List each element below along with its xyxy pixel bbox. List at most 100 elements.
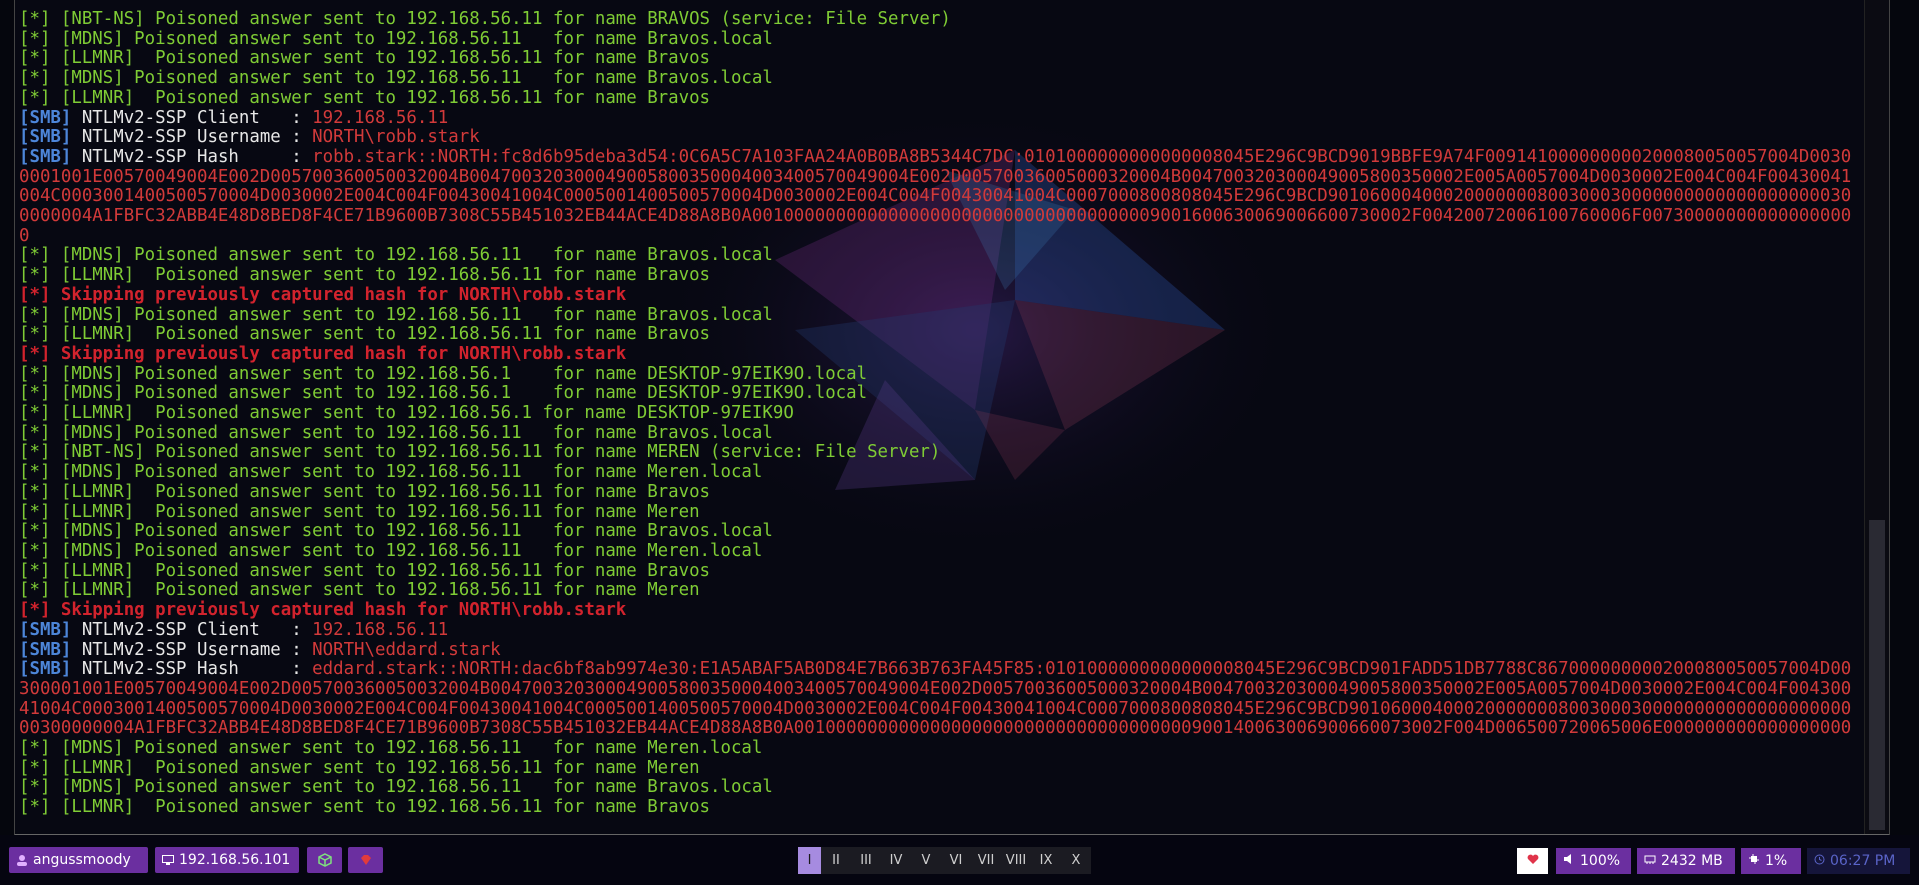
terminal-text-segment: [*] [NBT-NS] Poisoned answer sent to 192… — [19, 442, 941, 463]
terminal-line: [*] [LLMNR] Poisoned answer sent to 192.… — [19, 324, 1859, 345]
clock-time: 06:27 PM — [1830, 853, 1896, 869]
terminal-text-segment: [*] [MDNS] Poisoned answer sent to 192.1… — [19, 738, 763, 759]
terminal-line: [*] [LLMNR] Poisoned answer sent to 192.… — [19, 560, 1859, 582]
workspace-button[interactable]: I — [798, 847, 821, 874]
user-widget[interactable]: angussmoody — [9, 847, 148, 873]
terminal-text-segment: [SMB] — [19, 146, 72, 167]
cpu-icon — [1748, 848, 1760, 874]
clock-icon — [1814, 848, 1825, 874]
terminal-line: [*] [MDNS] Poisoned answer sent to 192.1… — [19, 540, 1859, 562]
terminal-line: [*] [MDNS] Poisoned answer sent to 192.1… — [19, 422, 1859, 444]
memory-icon — [1644, 848, 1656, 874]
terminal-text-segment: [*] [MDNS] Poisoned answer sent to 192.1… — [19, 363, 868, 384]
terminal-line: [*] [LLMNR] Poisoned answer sent to 192.… — [19, 265, 1859, 286]
terminal-text-segment: [*] [MDNS] Poisoned answer sent to 192.1… — [19, 304, 773, 325]
terminal-scrollbar[interactable] — [1864, 0, 1889, 834]
user-name: angussmoody — [33, 852, 131, 868]
ip-address: 192.168.56.101 — [179, 852, 291, 868]
cube-widget[interactable] — [307, 847, 342, 873]
terminal-text-segment: [SMB] — [19, 639, 72, 660]
terminal-text-segment: NORTH\robb.stark — [312, 127, 480, 148]
terminal-line: [*] [MDNS] Poisoned answer sent to 192.1… — [19, 384, 1859, 404]
terminal-line: [*] [MDNS] Poisoned answer sent to 192.1… — [19, 304, 1859, 326]
terminal-text-segment: NTLMv2-SSP Client : — [71, 107, 313, 128]
terminal-text-segment: [*] [MDNS] Poisoned answer sent to 192.1… — [19, 540, 763, 561]
gem-widget[interactable] — [348, 847, 383, 873]
terminal-text-segment: [*] Skipping previously captured hash fo… — [19, 343, 627, 364]
terminal-text-segment: NTLMv2-SSP Hash : — [71, 659, 313, 680]
volume-widget[interactable]: 100% — [1556, 848, 1631, 874]
terminal-text-segment: [*] [LLMNR] Poisoned answer sent to 192.… — [19, 560, 711, 581]
terminal-text-segment: [SMB] — [19, 619, 72, 640]
terminal-line: [*] [LLMNR] Poisoned answer sent to 192.… — [19, 758, 1859, 779]
terminal-line: [*] [LLMNR] Poisoned answer sent to 192.… — [19, 501, 1859, 523]
terminal-text-segment: [*] [LLMNR] Poisoned answer sent to 192.… — [19, 324, 711, 345]
workspace-button[interactable]: IX — [1031, 847, 1061, 874]
gem-icon — [359, 853, 373, 867]
terminal-text-segment: 192.168.56.11 — [312, 107, 449, 128]
terminal-text-segment: 192.168.56.11 — [312, 619, 449, 640]
workspace-button[interactable]: X — [1061, 847, 1091, 874]
terminal-text-segment: [*] Skipping previously captured hash fo… — [19, 600, 627, 621]
terminal-line: [SMB] NTLMv2-SSP Client : 192.168.56.11 — [19, 619, 1859, 641]
heart-icon — [1527, 848, 1539, 874]
terminal-line: [*] [NBT-NS] Poisoned answer sent to 192… — [19, 443, 1859, 463]
heart-widget[interactable] — [1517, 848, 1548, 874]
terminal-line: [*] [MDNS] Poisoned answer sent to 192.1… — [19, 29, 1859, 50]
cube-icon — [317, 853, 332, 867]
terminal-line: [*] [LLMNR] Poisoned answer sent to 192.… — [19, 49, 1859, 69]
terminal-line: [*] [LLMNR] Poisoned answer sent to 192.… — [19, 481, 1859, 503]
cpu-value: 1% — [1765, 853, 1788, 869]
memory-widget[interactable]: 2432 MB — [1637, 848, 1735, 874]
workspace-button[interactable]: V — [911, 847, 941, 874]
terminal-text-segment: [*] Skipping previously captured hash fo… — [19, 284, 627, 305]
terminal-text-segment: [*] [MDNS] Poisoned answer sent to 192.1… — [19, 521, 773, 542]
terminal-text-segment: [*] [MDNS] Poisoned answer sent to 192.1… — [19, 422, 773, 443]
terminal-text-segment: [*] [LLMNR] Poisoned answer sent to 192.… — [19, 580, 700, 601]
cpu-widget[interactable]: 1% — [1741, 848, 1801, 874]
terminal-line: [*] [MDNS] Poisoned answer sent to 192.1… — [19, 363, 1859, 385]
workspace-button[interactable]: VII — [971, 847, 1001, 874]
workspace-button[interactable]: III — [851, 847, 881, 874]
terminal-text-segment: [*] [MDNS] Poisoned answer sent to 192.1… — [19, 245, 773, 266]
terminal-line: [*] [MDNS] Poisoned answer sent to 192.1… — [19, 521, 1859, 542]
terminal-line: [*] [MDNS] Poisoned answer sent to 192.1… — [19, 738, 1859, 759]
terminal-line: [*] [MDNS] Poisoned answer sent to 192.1… — [19, 246, 1859, 266]
scrollbar-thumb[interactable] — [1869, 520, 1885, 830]
terminal-line: [*] [LLMNR] Poisoned answer sent to 192.… — [19, 581, 1859, 601]
terminal-line: [SMB] NTLMv2-SSP Hash : robb.stark::NORT… — [19, 146, 1859, 247]
workspace-switcher: I II III IV V VI VII VIII IX X — [798, 847, 1091, 874]
workspace-button[interactable]: VI — [941, 847, 971, 874]
monitor-icon — [162, 854, 174, 866]
terminal-text-segment: [*] [LLMNR] Poisoned answer sent to 192.… — [19, 265, 711, 286]
workspace-button[interactable]: IV — [881, 847, 911, 874]
workspace-button[interactable]: II — [821, 847, 851, 874]
terminal-text-segment: [*] [NBT-NS] Poisoned answer sent to 192… — [19, 9, 951, 29]
terminal-text-segment: [SMB] — [19, 659, 72, 680]
terminal-text-segment: NTLMv2-SSP Client : — [71, 619, 313, 640]
terminal-line: [*] [MDNS] Poisoned answer sent to 192.1… — [19, 68, 1859, 89]
terminal-line: [SMB] NTLMv2-SSP Client : 192.168.56.11 — [19, 107, 1859, 129]
terminal-text-segment: [*] [LLMNR] Poisoned answer sent to 192.… — [19, 797, 711, 818]
user-icon — [16, 854, 28, 866]
volume-icon — [1563, 848, 1575, 874]
terminal-text-segment: [*] [LLMNR] Poisoned answer sent to 192.… — [19, 481, 711, 502]
terminal-line: [*] [MDNS] Poisoned answer sent to 192.1… — [19, 778, 1859, 798]
terminal-line: [*] Skipping previously captured hash fo… — [19, 343, 1859, 365]
terminal-line: [*] [LLMNR] Poisoned answer sent to 192.… — [19, 88, 1859, 109]
workspace-button[interactable]: VIII — [1001, 847, 1031, 874]
clock-widget[interactable]: 06:27 PM — [1807, 848, 1910, 874]
terminal-text-segment: NTLMv2-SSP Hash : — [71, 146, 313, 167]
terminal-text-segment: [*] [LLMNR] Poisoned answer sent to 192.… — [19, 403, 794, 424]
terminal-line: [*] [LLMNR] Poisoned answer sent to 192.… — [19, 403, 1859, 424]
terminal-line: [SMB] NTLMv2-SSP Username : NORTH\robb.s… — [19, 127, 1859, 148]
volume-value: 100% — [1580, 853, 1621, 869]
ip-widget[interactable]: 192.168.56.101 — [155, 847, 299, 873]
terminal-line: [SMB] NTLMv2-SSP Hash : eddard.stark::NO… — [19, 659, 1859, 739]
terminal-text-segment: [*] [LLMNR] Poisoned answer sent to 192.… — [19, 48, 711, 69]
terminal-line: [*] Skipping previously captured hash fo… — [19, 284, 1859, 306]
terminal-text-segment: NORTH\eddard.stark — [312, 639, 501, 660]
terminal-line: [*] [NBT-NS] Poisoned answer sent to 192… — [19, 9, 1859, 30]
terminal-text-segment: [*] [LLMNR] Poisoned answer sent to 192.… — [19, 501, 700, 522]
terminal-window[interactable]: [*] [NBT-NS] Poisoned answer sent to 192… — [14, 0, 1890, 836]
